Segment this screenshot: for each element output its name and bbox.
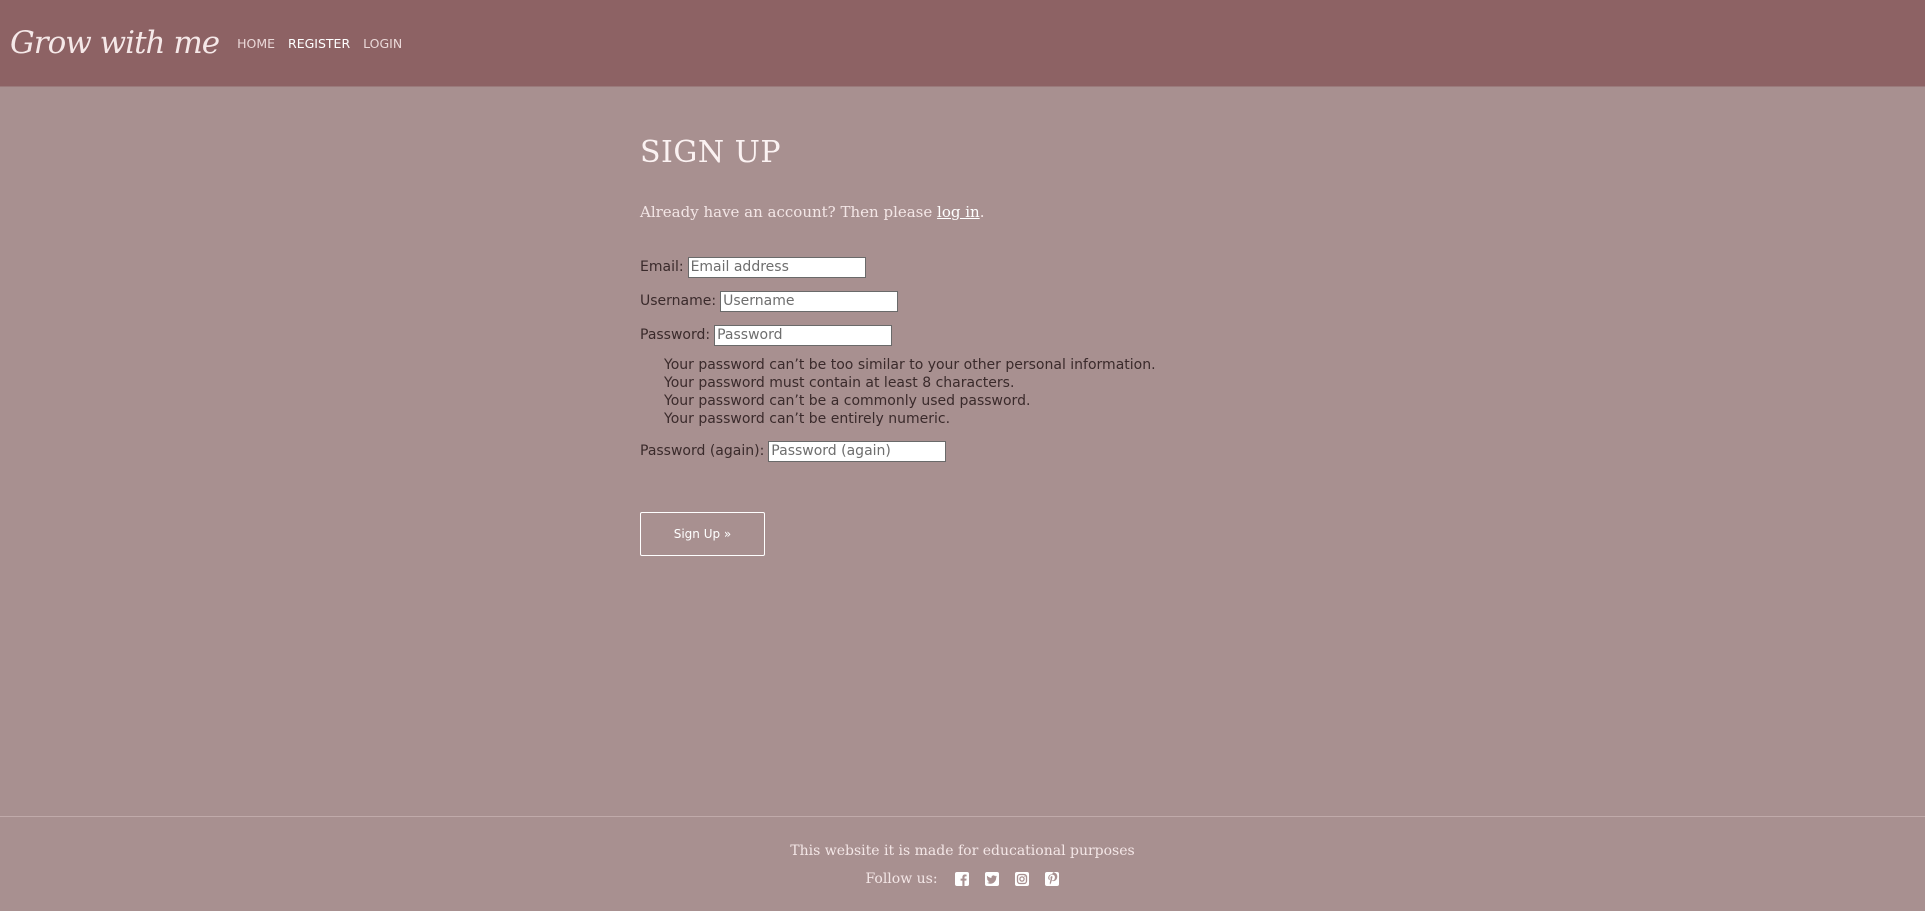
email-field[interactable]: [687, 256, 866, 278]
facebook-icon[interactable]: [954, 871, 970, 887]
footer-text: This website it is made for educational …: [790, 843, 1135, 859]
follow-row: Follow us:: [0, 871, 1925, 887]
username-field[interactable]: [720, 290, 899, 312]
signup-form: Email: Username: Password: Your password…: [640, 254, 1340, 556]
nav-links: HOME REGISTER LOGIN: [237, 36, 402, 51]
navbar: Grow with me HOME REGISTER LOGIN: [0, 0, 1925, 87]
instagram-icon[interactable]: [1014, 871, 1030, 887]
twitter-icon[interactable]: [984, 871, 1000, 887]
password-label: Password:: [640, 327, 711, 343]
password-help-item: Your password can’t be too similar to yo…: [664, 357, 1156, 373]
password-help-item: Your password can’t be entirely numeric.: [664, 411, 951, 427]
pinterest-icon[interactable]: [1044, 871, 1060, 887]
login-prompt: Already have an account? Then please log…: [640, 203, 1340, 221]
password-help-item: Your password must contain at least 8 ch…: [664, 375, 1015, 391]
login-prompt-suffix: .: [979, 203, 985, 221]
nav-register-link[interactable]: REGISTER: [288, 36, 350, 51]
password-row: Password:: [640, 322, 1340, 348]
signup-section: SIGN UP Already have an account? Then pl…: [640, 135, 1340, 556]
password-again-row: Password (again):: [640, 438, 1340, 464]
email-row: Email:: [640, 254, 1340, 280]
username-label: Username:: [640, 293, 717, 309]
login-link[interactable]: log in: [937, 203, 980, 221]
page-title: SIGN UP: [640, 135, 782, 170]
password-again-label: Password (again):: [640, 443, 765, 459]
password-again-field[interactable]: [768, 440, 947, 462]
password-help-item: Your password can’t be a commonly used p…: [664, 393, 1031, 409]
login-prompt-text: Already have an account? Then please: [640, 203, 938, 221]
follow-label: Follow us:: [865, 871, 938, 887]
username-row: Username:: [640, 288, 1340, 314]
signup-button[interactable]: Sign Up »: [640, 512, 765, 556]
brand-logo[interactable]: Grow with me: [10, 25, 220, 61]
email-label: Email:: [640, 259, 684, 275]
nav-login-link[interactable]: LOGIN: [363, 36, 402, 51]
nav-home-link[interactable]: HOME: [237, 36, 275, 51]
password-help-list: Your password can’t be too similar to yo…: [664, 356, 1340, 428]
footer: This website it is made for educational …: [0, 816, 1925, 911]
password-field[interactable]: [714, 324, 893, 346]
